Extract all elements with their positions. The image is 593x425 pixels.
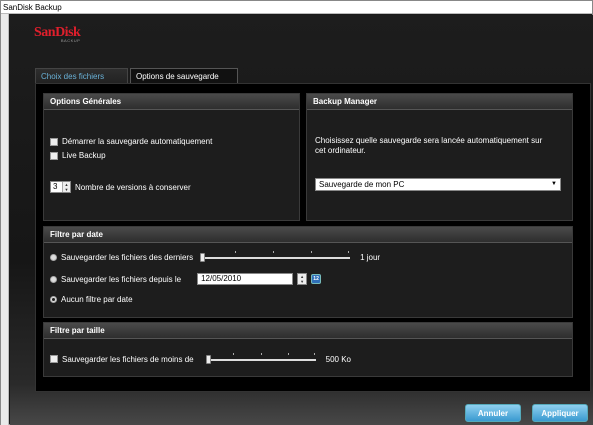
backup-manager-title: Backup Manager bbox=[307, 94, 572, 110]
size-below-slider-thumb[interactable] bbox=[205, 355, 211, 364]
date-since-input[interactable]: 12/05/2010 bbox=[197, 273, 294, 285]
date-last-slider[interactable] bbox=[200, 251, 351, 263]
app-window: SanDisk Backup SanDisk BACKUP Choix des … bbox=[0, 0, 593, 425]
backup-select[interactable]: Sauvegarde de mon PC ▼ bbox=[315, 178, 561, 191]
tab-options-de-sauvegarde[interactable]: Options de sauvegarde bbox=[130, 68, 238, 83]
app-body: SanDisk BACKUP Choix des fichiers Option… bbox=[10, 15, 593, 425]
date-none-row[interactable]: Aucun filtre par date bbox=[50, 295, 133, 304]
auto-start-checkbox[interactable] bbox=[50, 137, 58, 146]
date-none-radio[interactable] bbox=[50, 296, 57, 303]
backup-manager-description: Choisissez quelle sauvegarde sera lancée… bbox=[315, 136, 543, 155]
calendar-icon[interactable]: 12 bbox=[311, 274, 322, 284]
general-options-group: Options Générales Démarrer la sauvegarde… bbox=[43, 93, 300, 221]
auto-start-label: Démarrer la sauvegarde automatiquement bbox=[62, 137, 213, 146]
general-options-title: Options Générales bbox=[44, 94, 299, 110]
versions-row: 3 ▲ ▼ Nombre de versions à conserver bbox=[50, 181, 191, 193]
size-below-checkbox[interactable] bbox=[50, 355, 58, 363]
up-down-arrows-icon[interactable]: ▲ ▼ bbox=[62, 182, 70, 192]
size-below-label: Sauvegarder les fichiers de moins de bbox=[62, 354, 194, 364]
versions-value[interactable]: 3 bbox=[51, 182, 62, 192]
date-since-radio[interactable] bbox=[50, 275, 57, 283]
window-title: SanDisk Backup bbox=[1, 1, 592, 14]
date-last-label: Sauvegarder les fichiers des derniers bbox=[61, 252, 194, 262]
size-filter-group: Filtre par taille Sauvegarder les fichie… bbox=[43, 322, 573, 377]
date-filter-title: Filtre par date bbox=[44, 227, 572, 243]
versions-label: Nombre de versions à conserver bbox=[75, 182, 191, 192]
date-filter-group: Filtre par date Sauvegarder les fichiers… bbox=[43, 226, 573, 318]
options-panel: Options Générales Démarrer la sauvegarde… bbox=[35, 83, 591, 392]
size-below-row[interactable]: Sauvegarder les fichiers de moins de 500… bbox=[50, 353, 351, 365]
date-last-slider-thumb[interactable] bbox=[200, 253, 206, 262]
window-left-border bbox=[1, 14, 9, 425]
size-filter-title: Filtre par taille bbox=[44, 323, 572, 339]
sandisk-logo: SanDisk BACKUP bbox=[34, 25, 81, 43]
chevron-down-icon[interactable]: ▼ bbox=[551, 179, 557, 190]
live-backup-checkbox[interactable] bbox=[50, 151, 58, 160]
date-none-label: Aucun filtre par date bbox=[61, 295, 133, 304]
cancel-button[interactable]: Annuler bbox=[465, 404, 521, 422]
date-last-row[interactable]: Sauvegarder les fichiers des derniers 1 … bbox=[50, 251, 380, 263]
date-since-label: Sauvegarder les fichiers depuis le bbox=[61, 274, 182, 284]
up-down-arrows-icon[interactable]: ▲ ▼ bbox=[298, 274, 307, 284]
backup-select-value: Sauvegarde de mon PC bbox=[319, 180, 405, 189]
size-below-slider[interactable] bbox=[205, 353, 316, 365]
size-below-value: 500 Ko bbox=[325, 354, 351, 364]
tab-choix-des-fichiers[interactable]: Choix des fichiers bbox=[35, 68, 128, 83]
versions-stepper[interactable]: 3 ▲ ▼ bbox=[50, 181, 71, 193]
live-backup-row[interactable]: Live Backup bbox=[50, 151, 106, 160]
date-since-stepper[interactable]: ▲ ▼ bbox=[297, 273, 308, 285]
date-since-row[interactable]: Sauvegarder les fichiers depuis le 12/05… bbox=[50, 273, 322, 285]
date-last-value: 1 jour bbox=[360, 252, 381, 262]
live-backup-label: Live Backup bbox=[62, 151, 106, 160]
apply-button[interactable]: Appliquer bbox=[532, 404, 588, 422]
auto-start-row[interactable]: Démarrer la sauvegarde automatiquement bbox=[50, 137, 212, 146]
date-last-radio[interactable] bbox=[50, 253, 57, 261]
backup-manager-group: Backup Manager Choisissez quelle sauvega… bbox=[306, 93, 573, 221]
